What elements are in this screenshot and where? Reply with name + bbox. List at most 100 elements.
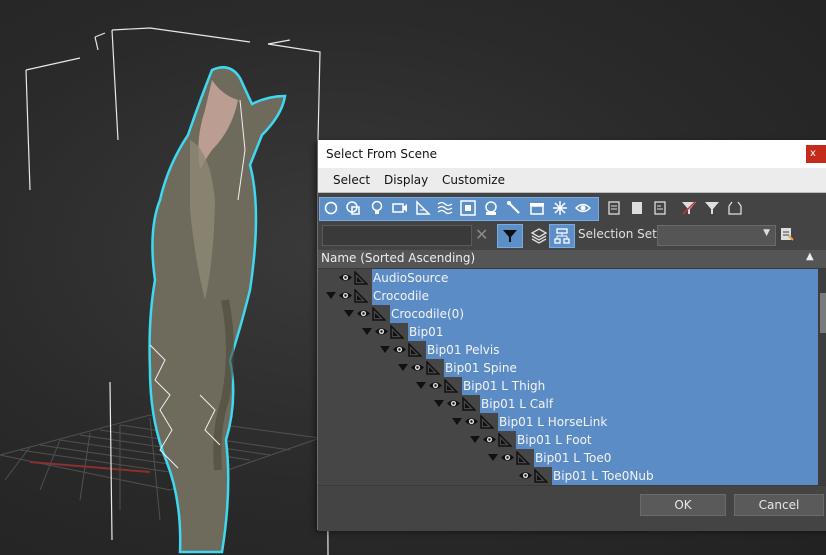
doc-icon[interactable] [628,197,646,219]
tree-row[interactable]: Crocodile [318,287,818,305]
name-column-label: Name (Sorted Ascending) [321,251,476,265]
visibility-eye-icon[interactable] [482,434,497,448]
expand-arrow-icon[interactable] [452,418,462,425]
tree-row[interactable]: Bip01 [318,323,818,341]
tree-item-label: Bip01 L Thigh [463,379,546,393]
lights-icon[interactable] [368,197,386,219]
bone-object-icon [354,270,369,288]
visibility-eye-icon[interactable] [374,326,389,340]
expand-arrow-icon[interactable] [326,292,336,299]
bone-object-icon [534,468,549,485]
containers-icon[interactable] [528,197,546,219]
select-from-scene-dialog: Select From Scene x Select Display Custo… [317,140,826,531]
tree-item-label: AudioSource [373,271,449,285]
column-header[interactable]: Name (Sorted Ascending) ▲ [318,250,826,269]
menu-select[interactable]: Select [333,173,370,187]
frozen-icon[interactable] [551,197,569,219]
visibility-eye-icon[interactable] [446,398,461,412]
tree-item-label: Bip01 L Foot [517,433,592,447]
filter-toggle-button[interactable] [497,224,523,248]
menu-display[interactable]: Display [384,173,428,187]
tree-row[interactable]: Bip01 Pelvis [318,341,818,359]
funnel-icon [503,230,517,242]
hierarchy-button[interactable] [549,224,575,248]
xrefs-icon[interactable] [482,197,500,219]
clear-search-button[interactable]: ✕ [475,225,488,245]
tree-row[interactable]: Bip01 L Thigh [318,377,818,395]
expand-arrow-icon[interactable] [434,400,444,407]
edit-selection-set-icon[interactable] [780,226,794,245]
cancel-button[interactable]: Cancel [734,494,824,516]
close-button[interactable]: x [806,145,826,163]
tree-item-label: Bip01 L Toe0Nub [553,469,654,483]
visibility-eye-icon[interactable] [338,290,353,304]
dialog-title: Select From Scene [326,147,437,161]
tree-item-label: Bip01 L Toe0 [535,451,612,465]
tree-row[interactable]: Bip01 L Toe0 [318,449,818,467]
groups-icon[interactable] [459,197,477,219]
geometry-icon[interactable] [322,197,340,219]
expand-arrow-icon[interactable] [470,436,480,443]
funnel-icon[interactable] [703,197,721,219]
scrollbar-thumb[interactable] [820,293,826,333]
tree-row[interactable]: Bip01 L Toe0Nub [318,467,818,485]
selection-set-dropdown[interactable]: ▼ [657,225,776,246]
hidden-icon[interactable] [574,197,592,219]
selection-highlight [408,323,818,341]
search-input[interactable] [322,225,472,246]
selection-highlight [372,287,818,305]
visibility-eye-icon[interactable] [356,308,371,322]
hierarchy-icon [554,228,570,244]
bone-object-icon [372,306,387,324]
cameras-icon[interactable] [391,197,409,219]
visibility-eye-icon[interactable] [500,452,515,466]
display-toolbar [318,193,826,223]
tree-row[interactable]: AudioSource [318,269,818,287]
visibility-eye-icon[interactable] [392,344,407,358]
visibility-eye-icon[interactable] [410,362,425,376]
tree-row[interactable]: Bip01 L HorseLink [318,413,818,431]
bone-object-icon [354,288,369,306]
expand-arrow-icon[interactable] [488,454,498,461]
shapes-icon[interactable] [344,197,362,219]
visibility-eye-icon[interactable] [428,380,443,394]
file-icon[interactable] [651,197,669,219]
expand-arrow-icon[interactable] [380,346,390,353]
bone-object-icon [462,396,477,414]
visibility-eye-icon[interactable] [518,470,533,484]
scene-tree: AudioSource Crocodile Crocodile(0) Bip01 Bip… [318,269,818,485]
expand-arrow-icon[interactable] [416,382,426,389]
tree-scrollbar[interactable] [818,269,826,485]
bone-object-icon [498,432,513,450]
menu-customize[interactable]: Customize [442,173,505,187]
selection-set-label: Selection Set: [578,227,661,241]
visibility-eye-icon[interactable] [338,272,353,286]
list-icon[interactable] [605,197,623,219]
bones-icon[interactable] [505,197,523,219]
title-bar[interactable]: Select From Scene x [318,140,826,168]
spacewarps-icon[interactable] [436,197,454,219]
layers-icon [531,228,547,244]
tree-item-label: Crocodile(0) [391,307,464,321]
expand-arrow-icon[interactable] [362,328,372,335]
bone-object-icon [390,324,405,342]
expand-arrow-icon[interactable] [398,364,408,371]
bone-object-icon [444,378,459,396]
layer-box-icon[interactable] [726,197,744,219]
tree-row[interactable]: Bip01 L Calf [318,395,818,413]
ok-button[interactable]: OK [640,494,726,516]
filter-bar: ✕ Selection Set: ▼ [318,223,826,249]
expand-arrow-icon[interactable] [344,310,354,317]
tree-row[interactable]: Crocodile(0) [318,305,818,323]
visibility-eye-icon[interactable] [464,416,479,430]
filter-funnel-icon[interactable] [680,197,698,219]
helpers-icon[interactable] [414,197,432,219]
bone-object-icon [408,342,423,360]
bone-object-icon [480,414,495,432]
tree-item-label: Crocodile [373,289,429,303]
tree-row[interactable]: Bip01 Spine [318,359,818,377]
tree-item-label: Bip01 Pelvis [427,343,500,357]
sort-ascending-icon: ▲ [806,251,814,262]
bone-object-icon [426,360,441,378]
tree-row[interactable]: Bip01 L Foot [318,431,818,449]
